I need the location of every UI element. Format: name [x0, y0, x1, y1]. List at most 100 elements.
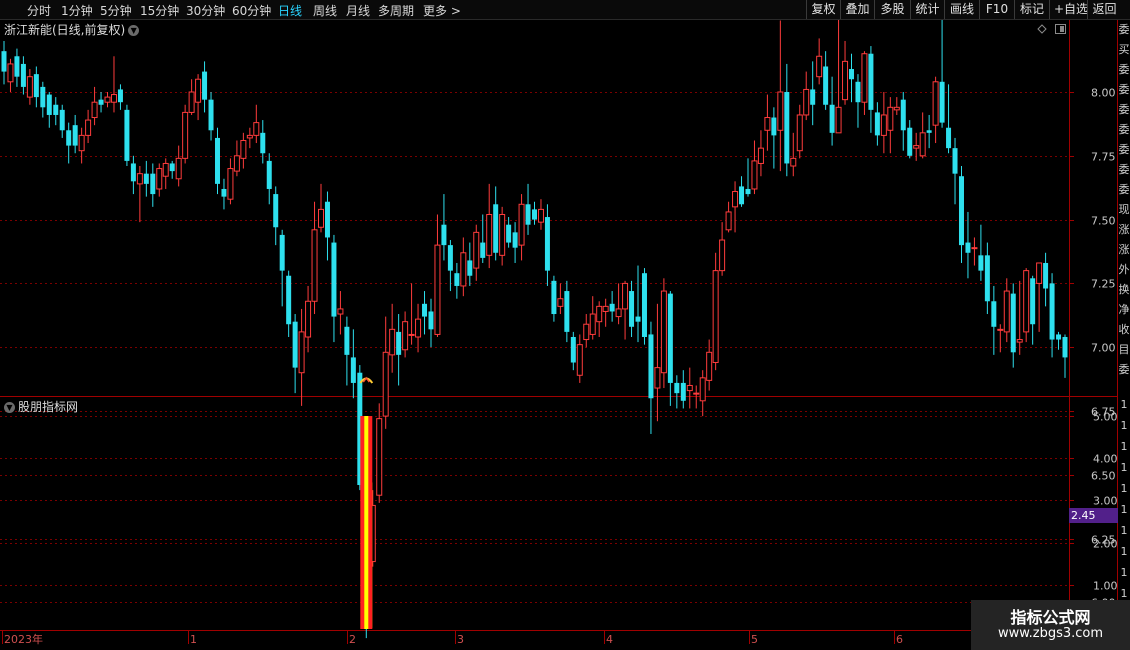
toolbar-button-3[interactable]: 统计	[910, 0, 944, 19]
chevron-down-icon[interactable]: ▼	[4, 402, 15, 413]
quote-panel-char: 1	[1120, 398, 1128, 411]
candle-body	[350, 357, 356, 383]
candle-body	[732, 191, 739, 208]
candle-body	[20, 63, 26, 87]
candle-body	[454, 273, 460, 286]
candle-body	[324, 201, 330, 238]
toolbar-button-8[interactable]: 返回	[1087, 0, 1121, 19]
period-tab-10[interactable]: 更多 >	[423, 2, 461, 19]
candle-body	[396, 331, 402, 355]
candle-body	[227, 168, 234, 200]
candle-body	[693, 392, 700, 395]
indicator-tick-label: 1.00	[1093, 580, 1118, 593]
candle-body	[260, 132, 266, 154]
candle-body	[784, 92, 790, 164]
candle-body	[473, 231, 480, 269]
toolbar-button-5[interactable]: F10	[979, 0, 1014, 19]
quote-panel-char: 换	[1118, 283, 1130, 296]
window-icon-inner	[1060, 26, 1064, 32]
candle-body	[674, 382, 680, 394]
toolbar-button-0[interactable]: 复权	[806, 0, 840, 19]
candle-body	[835, 106, 842, 134]
indicator-title[interactable]: ▼ 股朋指标网	[4, 398, 78, 415]
candle-body	[486, 213, 493, 256]
period-tab-1[interactable]: 1分钟	[61, 2, 93, 19]
candle-body	[829, 104, 835, 133]
candle-body	[78, 134, 85, 152]
candle-body	[855, 81, 861, 103]
candle-body	[725, 211, 732, 231]
indicator-tick-label: 2.00	[1093, 538, 1118, 551]
candle-body	[576, 344, 583, 376]
candle-body	[583, 323, 590, 341]
candle-body	[512, 232, 518, 248]
toolbar-button-1[interactable]: 叠加	[840, 0, 874, 19]
period-tab-5[interactable]: 60分钟	[232, 2, 271, 19]
candle-body	[240, 139, 247, 159]
candle-body	[629, 291, 635, 327]
quote-panel-char: 1	[1120, 419, 1128, 432]
candle-body	[53, 104, 59, 115]
quote-panel-char: 净	[1118, 303, 1130, 316]
candle-body	[389, 328, 396, 356]
period-tab-6[interactable]: 日线	[278, 2, 302, 19]
candle-body	[434, 244, 441, 335]
toolbar-button-6[interactable]: 标记	[1014, 0, 1049, 19]
period-tab-0[interactable]: 分时	[27, 2, 51, 19]
candle-body	[202, 71, 208, 100]
candle-body	[751, 160, 758, 190]
watermark-title: 指标公式网	[1010, 608, 1091, 627]
indicator-tick-label: 5.00	[1093, 411, 1118, 424]
candle-body	[680, 382, 686, 401]
candle-body	[117, 89, 123, 103]
toolbar-button-2[interactable]: 多股	[874, 0, 910, 19]
candle-body	[1056, 334, 1062, 340]
period-tab-2[interactable]: 5分钟	[100, 2, 132, 19]
candle-body	[842, 60, 849, 101]
quote-panel-char: 1	[1120, 545, 1128, 558]
candle-body	[344, 326, 350, 355]
candle-body	[124, 109, 130, 161]
candle-body	[978, 255, 984, 271]
date-tick-label: 2	[349, 633, 356, 646]
candle-body	[518, 203, 525, 246]
chevron-down-icon[interactable]: ▼	[128, 25, 140, 36]
date-tick-label: 4	[606, 633, 613, 646]
candle-body	[958, 176, 964, 246]
quote-panel-char: 1	[1120, 566, 1128, 579]
candle-body	[907, 127, 913, 156]
quote-panel-char: 委	[1118, 163, 1130, 176]
candle-body	[719, 239, 726, 272]
period-tab-3[interactable]: 15分钟	[140, 2, 179, 19]
candle-body	[648, 334, 654, 399]
candle-body	[26, 76, 33, 98]
candle-body	[59, 109, 65, 131]
quote-panel-char: 目	[1118, 343, 1130, 356]
candle-body	[162, 162, 169, 177]
stock-title[interactable]: 浙江新能(日线,前复权) ▼	[4, 21, 140, 38]
candle-body	[745, 188, 751, 195]
toolbar-button-4[interactable]: 画线	[944, 0, 979, 19]
period-tab-4[interactable]: 30分钟	[186, 2, 225, 19]
candle-body	[1003, 290, 1010, 333]
kline-chart-area[interactable]: 8.007.757.507.257.006.756.506.256.005.00…	[0, 0, 1130, 650]
period-tab-8[interactable]: 月线	[346, 2, 370, 19]
candle-body	[880, 114, 887, 136]
candle-body	[589, 313, 596, 335]
candle-body	[997, 328, 1004, 331]
candle-body	[712, 270, 719, 364]
quote-panel-char: 委	[1118, 143, 1130, 156]
candle-body	[868, 53, 874, 110]
date-tick-label: 1	[190, 633, 197, 646]
period-tab-7[interactable]: 周线	[313, 2, 337, 19]
candle-body	[331, 242, 337, 317]
candle-body	[253, 122, 260, 136]
candle-body	[796, 114, 803, 152]
price-tick-label: 8.00	[1091, 87, 1116, 100]
candle-body	[622, 282, 629, 310]
period-tab-9[interactable]: 多周期	[378, 2, 414, 19]
toolbar-button-7[interactable]: +自选	[1049, 0, 1088, 19]
candle-body	[596, 305, 603, 323]
candle-body	[926, 130, 932, 133]
price-tick-label: 7.50	[1091, 215, 1116, 228]
